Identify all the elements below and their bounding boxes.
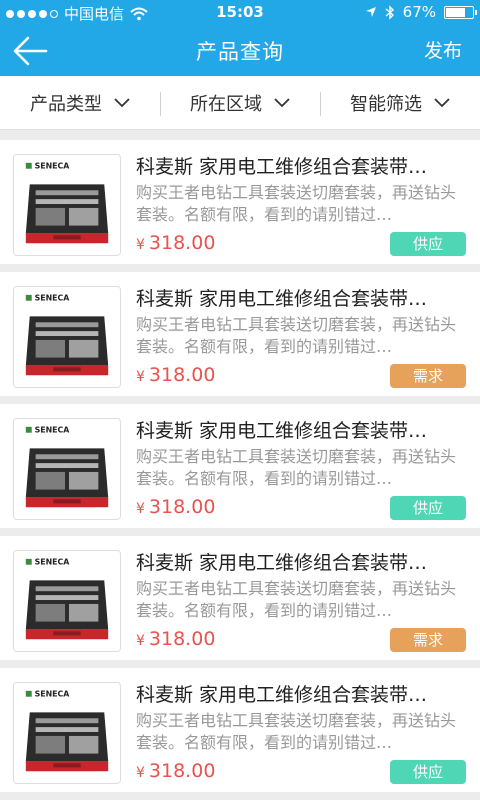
product-description: 购买王者电钻工具套装送切磨套装，再送钻头套装。名额有限，看到的请别错过… xyxy=(136,447,457,488)
product-title: 科麦斯 家用电工维修组合套装带… xyxy=(136,420,428,442)
svg-text:SENECA: SENECA xyxy=(35,294,71,303)
price-value: 318.00 xyxy=(148,628,216,650)
filter-smart[interactable]: 智能筛选 xyxy=(320,76,480,129)
status-right: 67% xyxy=(365,3,477,21)
navigation-bar: 产品查询 发布 xyxy=(0,24,480,76)
list-item[interactable]: SENECA 科麦斯 家用电工维修组合套装带… 购买王者电钻工具套装送切磨套装，… xyxy=(0,272,480,396)
type-tag: 需求 xyxy=(390,628,466,652)
list-item[interactable]: SENECA 科麦斯 家用电工维修组合套装带… 购买王者电钻工具套装送切磨套装，… xyxy=(0,140,480,264)
bluetooth-icon xyxy=(385,4,394,20)
chevron-down-icon xyxy=(274,97,290,107)
filter-region[interactable]: 所在区域 xyxy=(160,76,320,129)
filter-label: 所在区域 xyxy=(190,93,262,115)
status-bar: 中国电信 15:03 67% xyxy=(0,0,480,24)
product-title: 科麦斯 家用电工维修组合套装带… xyxy=(136,156,428,178)
product-description: 购买王者电钻工具套装送切磨套装，再送钻头套装。名额有限，看到的请别错过… xyxy=(136,579,457,620)
type-tag: 供应 xyxy=(390,496,466,520)
svg-text:SENECA: SENECA xyxy=(35,162,71,171)
product-title: 科麦斯 家用电工维修组合套装带… xyxy=(136,552,428,574)
list-item[interactable]: SENECA 科麦斯 家用电工维修组合套装带… 购买王者电钻工具套装送切磨套装，… xyxy=(0,404,480,528)
page-title: 产品查询 xyxy=(196,40,284,64)
list-item[interactable]: SENECA 科麦斯 家用电工维修组合套装带… 购买王者电钻工具套装送切磨套装，… xyxy=(0,668,480,792)
type-tag: 供应 xyxy=(390,232,466,256)
product-description: 购买王者电钻工具套装送切磨套装，再送钻头套装。名额有限，看到的请别错过… xyxy=(136,183,457,224)
currency-symbol: ¥ xyxy=(136,237,145,253)
svg-text:SENECA: SENECA xyxy=(35,690,71,699)
publish-button[interactable]: 发布 xyxy=(424,36,462,63)
type-tag: 供应 xyxy=(390,760,466,784)
type-tag: 需求 xyxy=(390,364,466,388)
battery-percent: 67% xyxy=(402,3,436,21)
product-price: ¥318.00 xyxy=(136,232,215,254)
product-thumbnail: SENECA xyxy=(13,682,121,784)
product-thumbnail: SENECA xyxy=(13,550,121,652)
product-price: ¥318.00 xyxy=(136,496,215,518)
price-value: 318.00 xyxy=(148,364,216,386)
filter-bar: 产品类型 所在区域 智能筛选 xyxy=(0,76,480,130)
product-description: 购买王者电钻工具套装送切磨套装，再送钻头套装。名额有限，看到的请别错过… xyxy=(136,711,457,752)
currency-symbol: ¥ xyxy=(136,501,145,517)
currency-symbol: ¥ xyxy=(136,369,145,385)
svg-text:SENECA: SENECA xyxy=(35,426,71,435)
currency-symbol: ¥ xyxy=(136,765,145,781)
svg-text:SENECA: SENECA xyxy=(35,558,71,567)
filter-label: 产品类型 xyxy=(30,93,102,115)
price-value: 318.00 xyxy=(148,760,216,782)
chevron-down-icon xyxy=(114,97,130,107)
location-arrow-icon xyxy=(365,7,376,17)
toolbox-image-icon: SENECA xyxy=(14,155,120,255)
product-price: ¥318.00 xyxy=(136,628,215,650)
product-description: 购买王者电钻工具套装送切磨套装，再送钻头套装。名额有限，看到的请别错过… xyxy=(136,315,457,356)
product-thumbnail: SENECA xyxy=(13,154,121,256)
toolbox-image-icon: SENECA xyxy=(14,419,120,519)
battery-icon xyxy=(444,5,477,19)
list-item[interactable]: SENECA 科麦斯 家用电工维修组合套装带… 购买王者电钻工具套装送切磨套装，… xyxy=(0,536,480,660)
product-list: SENECA 科麦斯 家用电工维修组合套装带… 购买王者电钻工具套装送切磨套装，… xyxy=(0,140,480,800)
toolbox-image-icon: SENECA xyxy=(14,551,120,651)
price-value: 318.00 xyxy=(148,232,216,254)
toolbox-image-icon: SENECA xyxy=(14,683,120,783)
product-thumbnail: SENECA xyxy=(13,286,121,388)
product-title: 科麦斯 家用电工维修组合套装带… xyxy=(136,288,428,310)
price-value: 318.00 xyxy=(148,496,216,518)
toolbox-image-icon: SENECA xyxy=(14,287,120,387)
product-price: ¥318.00 xyxy=(136,760,215,782)
currency-symbol: ¥ xyxy=(136,633,145,649)
filter-label: 智能筛选 xyxy=(350,93,422,115)
product-price: ¥318.00 xyxy=(136,364,215,386)
product-title: 科麦斯 家用电工维修组合套装带… xyxy=(136,684,428,706)
chevron-down-icon xyxy=(434,97,450,107)
filter-product-type[interactable]: 产品类型 xyxy=(0,76,160,129)
header: 中国电信 15:03 67% 产品查询 发布 xyxy=(0,0,480,76)
product-thumbnail: SENECA xyxy=(13,418,121,520)
